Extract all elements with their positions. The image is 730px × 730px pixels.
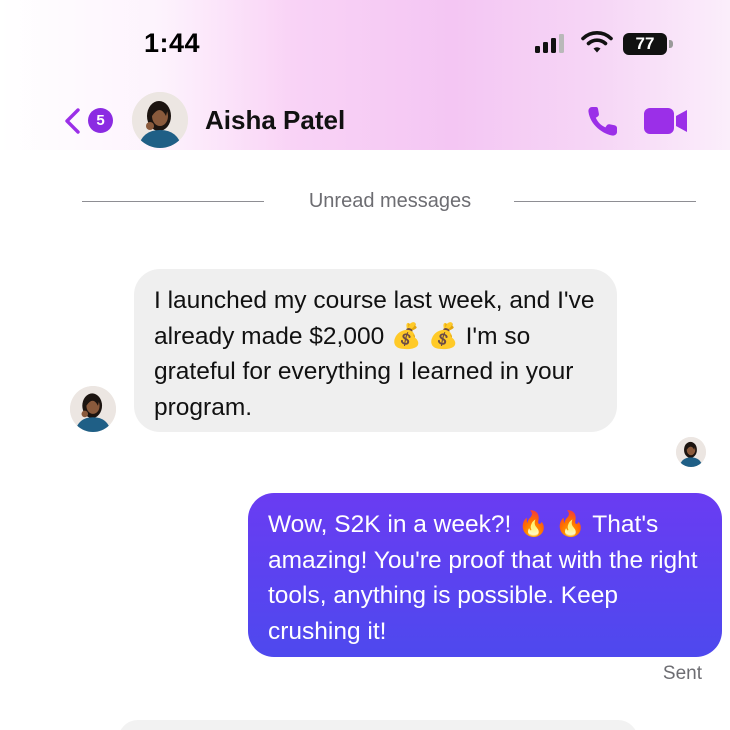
incoming-message-text: I launched my course last week, and I've… bbox=[154, 287, 595, 421]
video-camera-icon[interactable] bbox=[643, 106, 689, 136]
outgoing-message-bubble[interactable]: Wow, S2K in a week?! 🔥 🔥 That's amazing!… bbox=[248, 493, 722, 657]
read-receipt-avatar bbox=[676, 437, 706, 467]
divider-line-left bbox=[82, 201, 264, 202]
battery-level: 77 bbox=[623, 33, 667, 55]
sender-avatar[interactable] bbox=[70, 386, 116, 432]
avatar-image bbox=[132, 92, 188, 148]
unread-divider-label: Unread messages bbox=[308, 190, 472, 212]
incoming-message-bubble[interactable]: I launched my course last week, and I've… bbox=[134, 269, 617, 432]
next-message-bubble[interactable] bbox=[118, 720, 638, 730]
outgoing-message-text: Wow, S2K in a week?! 🔥 🔥 That's amazing!… bbox=[268, 511, 698, 645]
battery-cap bbox=[669, 40, 673, 48]
divider-line-right bbox=[514, 201, 696, 202]
status-time: 1:44 bbox=[144, 28, 201, 58]
message-status: Sent bbox=[662, 663, 702, 684]
phone-icon[interactable] bbox=[586, 104, 622, 138]
back-button[interactable]: 5 bbox=[62, 104, 122, 138]
avatar-image bbox=[70, 386, 116, 432]
cellular-signal-icon bbox=[535, 34, 564, 53]
unread-count-badge: 5 bbox=[88, 108, 113, 133]
chevron-left-icon bbox=[65, 108, 80, 134]
contact-avatar[interactable] bbox=[132, 92, 188, 148]
wifi-icon bbox=[581, 31, 613, 53]
avatar-image bbox=[676, 437, 706, 467]
contact-name[interactable]: Aisha Patel bbox=[205, 105, 345, 136]
battery-indicator: 77 bbox=[623, 33, 673, 55]
